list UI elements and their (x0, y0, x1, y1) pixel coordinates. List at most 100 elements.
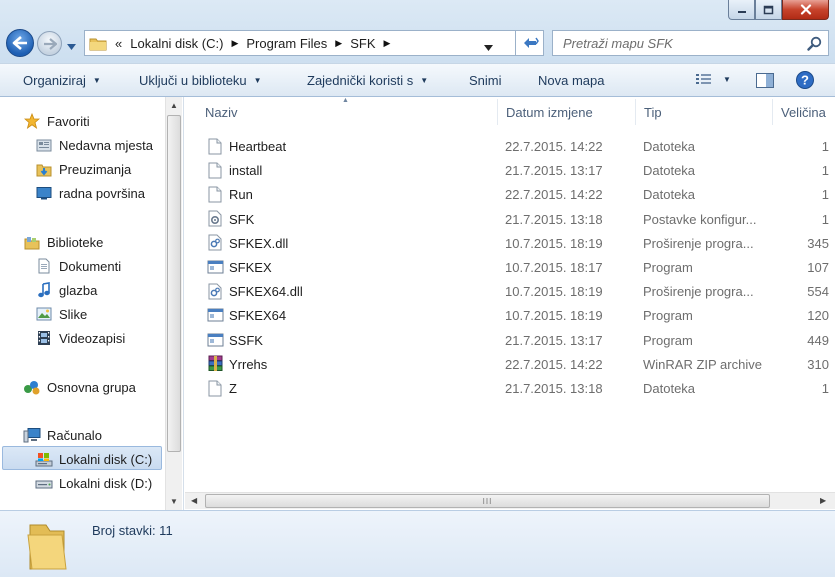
libraries-icon (23, 234, 41, 250)
scroll-up-arrow[interactable]: ▲ (170, 101, 178, 110)
file-type: Proširenje progra... (643, 235, 754, 251)
main-area: Favoriti Nedavna mjesta Preuzimanja radn… (0, 97, 835, 510)
new-folder-button[interactable]: Nova mapa (538, 73, 604, 88)
burn-button[interactable]: Snimi (469, 73, 502, 88)
minimize-button[interactable] (728, 0, 755, 20)
nav-item-homegroup[interactable]: Osnovna grupa (23, 376, 136, 398)
file-date: 21.7.2015. 13:17 (505, 332, 603, 348)
scroll-thumb[interactable] (167, 115, 181, 452)
file-row[interactable]: SFKEX64.dll 10.7.2015. 18:19 Proširenje pr… (185, 279, 835, 303)
file-name: SFKEX64.dll (229, 284, 303, 300)
file-name: SFKEX64 (229, 308, 287, 324)
file-type: Program (643, 308, 693, 324)
file-date: 21.7.2015. 13:18 (505, 211, 603, 227)
file-name: Heartbeat (229, 139, 287, 154)
file-type: Postavke konfigur... (643, 211, 757, 227)
include-in-library-button[interactable]: Uključi u biblioteku ▼ (139, 73, 262, 88)
nav-item-videos[interactable]: Videozapisi (35, 327, 125, 349)
file-row[interactable]: Z 21.7.2015. 13:18 Datoteka 1 (185, 376, 835, 400)
recent-pages-button[interactable] (67, 38, 76, 53)
breadcrumb-item-drive-c[interactable]: Lokalni disk (C:) (130, 36, 223, 51)
file-row[interactable]: SSFK 21.7.2015. 13:17 Program 449 (185, 328, 835, 352)
file-row[interactable]: SFK 21.7.2015. 13:18 Postavke konfigur... 1 (185, 207, 835, 231)
nav-label: Osnovna grupa (47, 379, 136, 395)
file-row[interactable]: SFKEX64 10.7.2015. 18:19 Program 120 (185, 303, 835, 327)
nav-item-computer[interactable]: Računalo (23, 424, 102, 446)
file-size: 345 (807, 235, 829, 251)
close-button[interactable] (782, 0, 829, 20)
file-row[interactable]: Yrrehs 22.7.2015. 14:22 WinRAR ZIP archive… (185, 352, 835, 376)
file-size: 1 (821, 187, 829, 203)
column-divider[interactable] (497, 99, 498, 125)
nav-item-favorites[interactable]: Favoriti (23, 110, 90, 132)
breadcrumb-arrow-icon[interactable]: ▶ (384, 38, 391, 49)
column-date[interactable]: Datum izmjene (506, 105, 593, 120)
nav-item-downloads[interactable]: Preuzimanja (35, 158, 131, 180)
search-input[interactable] (563, 35, 793, 51)
file-size: 1 (821, 163, 829, 179)
help-icon: ? (796, 71, 814, 89)
maximize-button[interactable] (755, 0, 782, 20)
file-row[interactable]: SFKEX 10.7.2015. 18:17 Program 107 (185, 255, 835, 279)
search-icon[interactable] (807, 36, 822, 54)
nav-item-libraries[interactable]: Biblioteke (23, 231, 103, 253)
address-dropdown-button[interactable] (484, 39, 493, 54)
change-view-button[interactable]: ▼ (695, 72, 731, 86)
file-type: Datoteka (643, 163, 696, 179)
column-name[interactable]: Naziv (205, 105, 238, 120)
scroll-thumb[interactable]: III (205, 494, 770, 508)
file-row[interactable]: Heartbeat 22.7.2015. 14:22 Datoteka 1 (185, 134, 835, 158)
breadcrumb-item-sfk[interactable]: SFK (350, 36, 375, 51)
column-divider[interactable] (635, 99, 636, 125)
back-button[interactable] (6, 29, 34, 57)
file-name: SFKEX (229, 260, 272, 275)
nav-label: glazba (59, 282, 98, 298)
file-row[interactable]: install 21.7.2015. 13:17 Datoteka 1 (185, 158, 835, 182)
search-box[interactable] (552, 30, 829, 56)
dll-file-icon (206, 234, 224, 252)
blank-file-icon (206, 137, 224, 155)
system-drive-icon (35, 451, 53, 467)
horizontal-scrollbar[interactable]: ◀ III ▶ (185, 492, 835, 509)
forward-button[interactable] (37, 31, 62, 56)
file-name: SFKEX.dll (229, 235, 289, 251)
nav-item-desktop[interactable]: radna površina (35, 182, 145, 204)
column-size[interactable]: Veličina (781, 105, 826, 120)
nav-item-music[interactable]: glazba (35, 279, 97, 301)
organize-button[interactable]: Organiziraj ▼ (23, 73, 101, 88)
folder-icon (24, 519, 68, 574)
file-row[interactable]: SFKEX.dll 10.7.2015. 18:19 Proširenje prog… (185, 231, 835, 255)
documents-icon (35, 258, 53, 274)
file-type: Datoteka (643, 139, 696, 154)
address-bar[interactable]: « Lokalni disk (C:) ▶ Program Files ▶ SF… (84, 30, 516, 56)
nav-label: Lokalni disk (C:) (59, 451, 153, 467)
share-with-button[interactable]: Zajednički koristi s ▼ (307, 73, 428, 88)
help-button[interactable]: ? (795, 70, 815, 93)
file-type: Datoteka (643, 187, 696, 203)
column-divider[interactable] (772, 99, 773, 125)
nav-item-recent-places[interactable]: Nedavna mjesta (35, 134, 153, 156)
breadcrumb-overflow[interactable]: « (115, 36, 122, 51)
breadcrumb-arrow-icon[interactable]: ▶ (335, 38, 342, 49)
breadcrumb-arrow-icon[interactable]: ▶ (231, 38, 238, 49)
file-type: Program (643, 332, 693, 348)
scroll-down-arrow[interactable]: ▼ (170, 497, 178, 506)
nav-item-documents[interactable]: Dokumenti (35, 255, 121, 277)
file-date: 21.7.2015. 13:18 (505, 381, 603, 396)
navigation-pane: Favoriti Nedavna mjesta Preuzimanja radn… (0, 97, 184, 510)
nav-vertical-scrollbar[interactable]: ▲ ▼ (165, 97, 182, 510)
nav-label: Preuzimanja (59, 161, 132, 177)
nav-item-drive-d[interactable]: Lokalni disk (D:) (35, 472, 152, 494)
file-row[interactable]: Run 22.7.2015. 14:22 Datoteka 1 (185, 182, 835, 206)
scroll-right-arrow[interactable]: ▶ (820, 496, 826, 505)
nav-item-pictures[interactable]: Slike (35, 303, 87, 325)
chevron-down-icon: ▼ (253, 76, 262, 85)
scroll-left-arrow[interactable]: ◀ (191, 496, 197, 505)
nav-item-drive-c[interactable]: Lokalni disk (C:) (35, 448, 152, 470)
preview-pane-button[interactable] (755, 72, 775, 92)
nav-label: Slike (59, 306, 88, 322)
breadcrumb-item-program-files[interactable]: Program Files (246, 36, 327, 51)
column-type[interactable]: Tip (644, 105, 662, 120)
file-type: Datoteka (643, 381, 696, 396)
refresh-button[interactable] (516, 30, 544, 56)
